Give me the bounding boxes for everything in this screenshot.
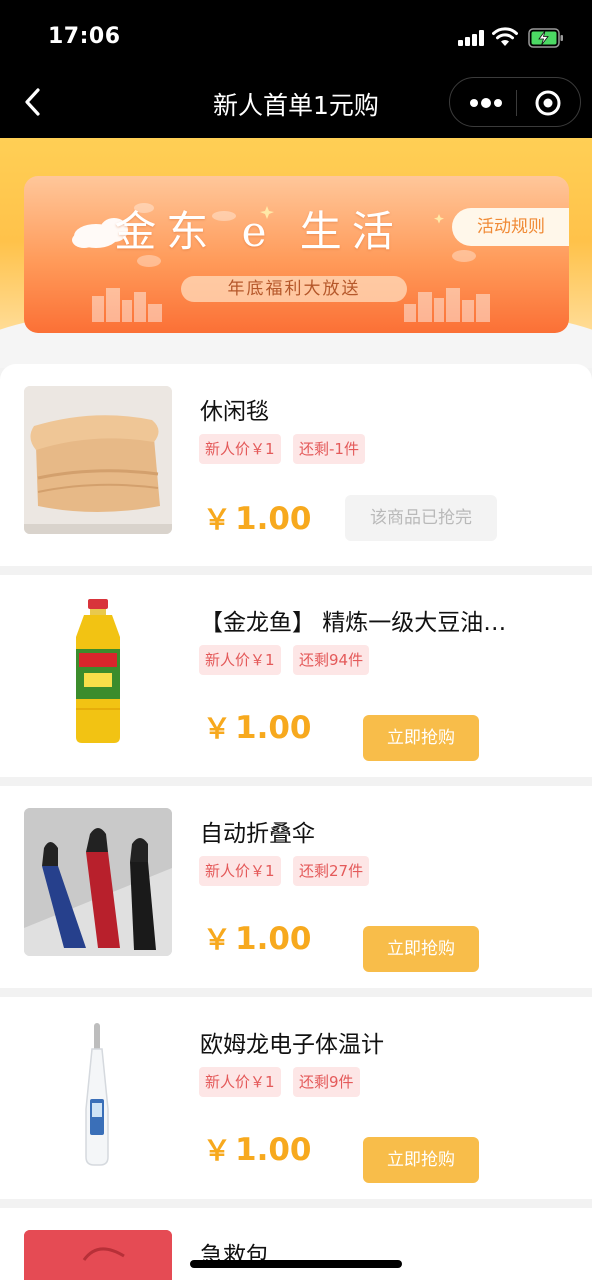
buy-now-button[interactable]: 立即抢购 xyxy=(363,926,479,972)
signal-icon xyxy=(458,30,486,46)
price-value: 1.00 xyxy=(235,921,312,957)
stock-tag: 还剩-1件 xyxy=(293,434,365,464)
price-value: 1.00 xyxy=(235,1132,312,1168)
currency-symbol: ￥ xyxy=(203,712,232,745)
new-user-price-tag: 新人价￥1 xyxy=(199,434,281,464)
capsule-divider xyxy=(516,90,517,116)
mini-program-capsule xyxy=(449,77,581,127)
stock-tag: 还剩9件 xyxy=(293,1067,360,1097)
buy-now-button[interactable]: 立即抢购 xyxy=(363,715,479,761)
new-user-price-tag: 新人价￥1 xyxy=(199,856,281,886)
more-dots-icon[interactable] xyxy=(464,88,508,118)
promo-banner: 金东 e 生活 年底福利大放送 活动规则 xyxy=(24,176,569,333)
product-image xyxy=(24,386,172,534)
product-name: 【金龙鱼】 精炼一级大豆油… xyxy=(200,610,507,636)
currency-symbol: ￥ xyxy=(203,503,232,536)
product-price: ￥ 1.00 xyxy=(203,498,312,538)
product-name: 休闲毯 xyxy=(200,399,269,425)
sold-out-button: 该商品已抢完 xyxy=(345,495,497,541)
product-card[interactable]: 急救包 xyxy=(0,1208,592,1280)
battery-charging-icon xyxy=(528,28,563,48)
product-card[interactable]: 休闲毯 新人价￥1 还剩-1件 ￥ 1.00 该商品已抢完 xyxy=(0,364,592,566)
new-user-price-tag: 新人价￥1 xyxy=(199,645,281,675)
product-name: 自动折叠伞 xyxy=(200,821,315,847)
stock-tag: 还剩27件 xyxy=(293,856,370,886)
wifi-icon xyxy=(492,27,518,46)
home-indicator xyxy=(190,1260,402,1268)
top-bar: 17:06 新人首单1元购 xyxy=(0,0,592,138)
status-time: 17:06 xyxy=(48,24,121,49)
product-name: 欧姆龙电子体温计 xyxy=(200,1032,384,1058)
activity-rules-button[interactable]: 活动规则 xyxy=(452,208,569,246)
banner-title: 金东 e 生活 xyxy=(114,207,404,256)
buy-now-button[interactable]: 立即抢购 xyxy=(363,1137,479,1183)
price-value: 1.00 xyxy=(235,710,312,746)
product-card[interactable]: 自动折叠伞 新人价￥1 还剩27件 ￥ 1.00 立即抢购 xyxy=(0,786,592,988)
product-card[interactable]: 欧姆龙电子体温计 新人价￥1 还剩9件 ￥ 1.00 立即抢购 xyxy=(0,997,592,1199)
close-target-icon[interactable] xyxy=(532,88,564,118)
currency-symbol: ￥ xyxy=(203,1134,232,1167)
new-user-price-tag: 新人价￥1 xyxy=(199,1067,281,1097)
currency-symbol: ￥ xyxy=(203,923,232,956)
product-card[interactable]: 【金龙鱼】 精炼一级大豆油… 新人价￥1 还剩94件 ￥ 1.00 立即抢购 xyxy=(0,575,592,777)
product-price: ￥ 1.00 xyxy=(203,918,312,958)
product-price: ￥ 1.00 xyxy=(203,707,312,747)
banner-subtitle: 年底福利大放送 xyxy=(181,276,407,302)
product-price: ￥ 1.00 xyxy=(203,1129,312,1169)
product-image xyxy=(24,1019,172,1167)
product-image xyxy=(24,597,172,745)
stock-tag: 还剩94件 xyxy=(293,645,370,675)
price-value: 1.00 xyxy=(235,501,312,537)
back-chevron-icon[interactable] xyxy=(18,84,50,120)
product-image xyxy=(24,1230,172,1280)
product-image xyxy=(24,808,172,956)
